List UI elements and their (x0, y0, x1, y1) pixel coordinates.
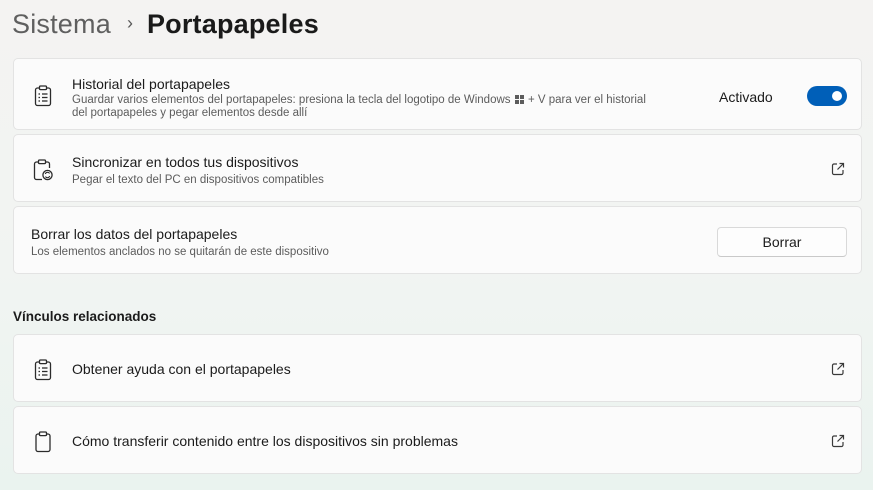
toggle-state-label: Activado (719, 89, 773, 105)
breadcrumb: Sistema › Portapapeles (12, 4, 319, 44)
windows-logo-icon (514, 95, 524, 104)
clear-button[interactable]: Borrar (717, 227, 847, 257)
clipboard-history-description: Guardar varios elementos del portapapele… (72, 94, 692, 120)
related-link-transfer[interactable]: Cómo transferir contenido entre los disp… (13, 406, 862, 474)
clipboard-list-icon (33, 85, 53, 107)
sync-devices-card[interactable]: Sincronizar en todos tus dispositivos Pe… (13, 134, 862, 202)
open-external-icon (831, 434, 845, 448)
sync-devices-title: Sincronizar en todos tus dispositivos (72, 154, 299, 170)
related-link-label: Cómo transferir contenido entre los disp… (72, 433, 458, 449)
clipboard-history-card: Historial del portapapeles Guardar vario… (13, 58, 862, 130)
clipboard-history-title: Historial del portapapeles (72, 76, 230, 92)
description-text-line2: del portapapeles y pegar elementos desde… (72, 107, 308, 119)
clipboard-history-toggle[interactable] (807, 86, 847, 106)
breadcrumb-parent[interactable]: Sistema (12, 9, 111, 40)
clipboard-icon (33, 431, 53, 453)
open-external-icon (831, 162, 845, 176)
description-text: Guardar varios elementos del portapapele… (72, 94, 511, 106)
related-links-heading: Vínculos relacionados (13, 309, 157, 324)
sync-devices-description: Pegar el texto del PC en dispositivos co… (72, 174, 324, 186)
open-external-icon (831, 362, 845, 376)
related-link-help[interactable]: Obtener ayuda con el portapapeles (13, 334, 862, 402)
clear-clipboard-card: Borrar los datos del portapapeles Los el… (13, 206, 862, 274)
clear-clipboard-title: Borrar los datos del portapapeles (31, 226, 238, 242)
clipboard-list-icon (33, 359, 53, 381)
breadcrumb-separator: › (126, 12, 133, 33)
clear-clipboard-description: Los elementos anclados no se quitarán de… (31, 246, 329, 258)
clipboard-sync-icon (33, 159, 53, 181)
related-link-label: Obtener ayuda con el portapapeles (72, 361, 291, 377)
settings-page: Sistema › Portapapeles Historial del por… (0, 0, 873, 490)
page-title: Portapapeles (146, 8, 319, 39)
toggle-knob (832, 91, 842, 101)
description-text-continued: + V para ver el historial (524, 94, 646, 106)
